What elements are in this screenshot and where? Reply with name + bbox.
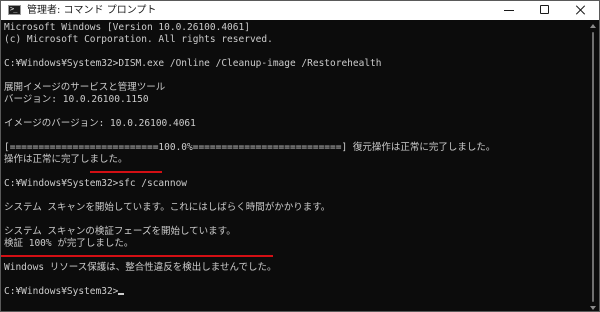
console-output[interactable]: Microsoft Windows [Version 10.0.26100.40… — [1, 20, 587, 311]
prompt-glyph: >_ — [10, 5, 18, 13]
close-button[interactable] — [563, 1, 599, 20]
highlight-underline-command — [90, 171, 162, 173]
console-line: (c) Microsoft Corporation. All rights re… — [4, 34, 273, 45]
vertical-scrollbar[interactable] — [587, 20, 599, 311]
console-line: C:¥Windows¥System32>sfc /scannow — [4, 178, 188, 189]
console-line: イメージのバージョン: 10.0.26100.4061 — [4, 118, 196, 129]
console-line: C:¥Windows¥System32>DISM.exe /Online /Cl… — [4, 58, 382, 69]
console-line: システム スキャンを開始しています。これにはしばらく時間がかかります。 — [4, 202, 331, 213]
scroll-down-arrow-icon[interactable] — [590, 306, 596, 310]
title-bar[interactable]: >_ 管理者: コマンド プロンプト — [1, 1, 599, 21]
highlight-underline-result — [1, 255, 273, 257]
command-prompt-icon[interactable]: >_ — [8, 5, 21, 15]
text-cursor — [118, 293, 125, 295]
minimize-button[interactable] — [491, 1, 527, 20]
console-line: 検証 100% が完了しました。 — [4, 238, 134, 249]
console-line: 展開イメージのサービスと管理ツール — [4, 82, 166, 93]
close-icon — [575, 4, 587, 16]
scroll-up-arrow-icon[interactable] — [590, 24, 596, 28]
maximize-button[interactable] — [527, 1, 563, 20]
command-prompt-window: >_ 管理者: コマンド プロンプト Microsoft Windows [Ve… — [0, 0, 600, 312]
console-prompt: C:¥Windows¥System32> — [4, 286, 119, 297]
console-line: 操作は正常に完了しました。 — [4, 154, 128, 165]
minimize-icon — [504, 10, 514, 11]
console-prompt-line: C:¥Windows¥System32> — [4, 286, 125, 298]
console-line: Windows リソース保護は、整合性違反を検出しませんでした。 — [4, 262, 277, 273]
console-line: Microsoft Windows [Version 10.0.26100.40… — [4, 22, 250, 33]
maximize-icon — [540, 5, 549, 14]
console-line: システム スキャンの検証フェーズを開始しています。 — [4, 226, 236, 237]
window-controls — [491, 1, 599, 20]
scrollbar-thumb[interactable] — [592, 32, 594, 302]
console-line: バージョン: 10.0.26100.1150 — [4, 94, 149, 105]
console-line: [==========================100.0%=======… — [4, 142, 496, 153]
window-title: 管理者: コマンド プロンプト — [27, 5, 157, 16]
